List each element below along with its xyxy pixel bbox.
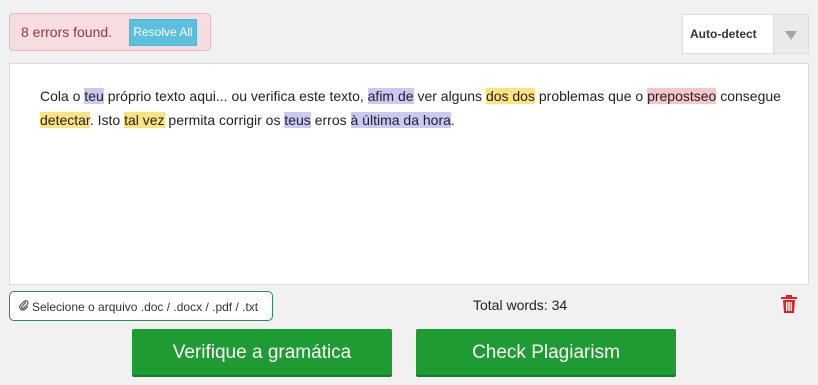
flagged-word[interactable]: teus <box>284 112 311 128</box>
dropdown-toggle[interactable] <box>773 15 808 53</box>
flagged-word[interactable]: à última da hora <box>350 112 451 128</box>
trash-icon[interactable] <box>780 294 798 314</box>
paperclip-icon <box>19 299 29 314</box>
error-count-banner: 8 errors found. Resolve All <box>9 13 211 51</box>
file-upload-label: Selecione o arquivo .doc / .docx / .pdf … <box>32 300 259 314</box>
flagged-word[interactable]: detectar <box>40 112 90 128</box>
flagged-word[interactable]: dos dos <box>485 88 535 104</box>
text-segment: . <box>450 112 455 128</box>
file-upload-button[interactable]: Selecione o arquivo .doc / .docx / .pdf … <box>9 291 273 321</box>
check-grammar-button[interactable]: Verifique a gramática <box>132 329 392 377</box>
chevron-down-icon <box>785 31 797 40</box>
flagged-word[interactable]: prepostseo <box>647 88 717 104</box>
flagged-word[interactable]: tal vez <box>124 112 165 128</box>
text-editor[interactable]: Cola o teu próprio texto aqui... ou veri… <box>9 63 809 285</box>
text-segment: problemas que o <box>534 88 648 104</box>
check-plagiarism-button[interactable]: Check Plagiarism <box>416 329 676 377</box>
text-segment: ver alguns <box>413 88 486 104</box>
text-segment: . Isto <box>89 112 125 128</box>
flagged-word[interactable]: teu <box>84 88 104 104</box>
language-selected-value: Auto-detect <box>690 27 757 41</box>
language-select[interactable]: Auto-detect <box>682 14 809 54</box>
text-segment: consegue <box>716 88 781 104</box>
flagged-word[interactable]: afim de <box>367 88 414 104</box>
total-words-count: Total words: 34 <box>473 297 568 313</box>
editor-content[interactable]: Cola o teu próprio texto aqui... ou veri… <box>40 84 790 132</box>
text-segment: próprio texto aqui... ou verifica este t… <box>103 88 368 104</box>
resolve-all-button[interactable]: Resolve All <box>129 19 197 46</box>
text-segment: Cola o <box>40 88 85 104</box>
error-count-text: 8 errors found. <box>21 24 113 40</box>
text-segment: erros <box>310 112 351 128</box>
text-segment: permita corrigir os <box>164 112 285 128</box>
